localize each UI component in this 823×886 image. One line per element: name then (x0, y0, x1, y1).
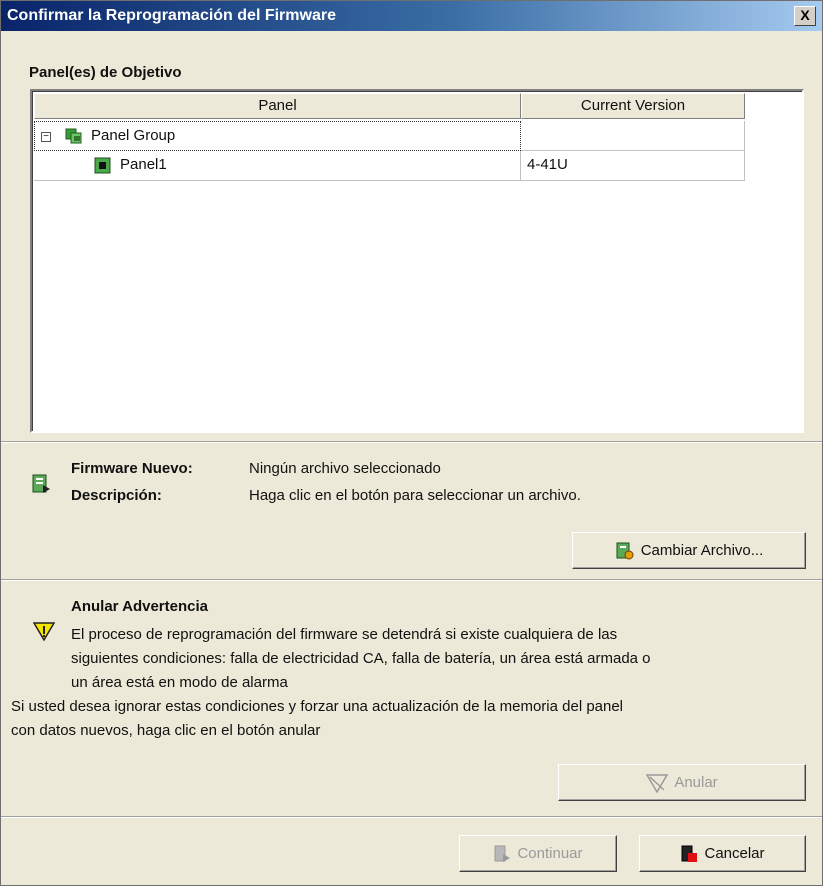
column-header-version[interactable]: Current Version (521, 93, 745, 119)
warning-line-3: un área está en modo de alarma (71, 674, 288, 691)
cancel-icon (681, 845, 698, 862)
panel1-cell[interactable]: Panel1 (34, 151, 521, 181)
title-bar: Confirmar la Reprogramación del Firmware… (1, 1, 822, 31)
new-firmware-value: Ningún archivo seleccionado (249, 460, 441, 477)
divider (1, 579, 822, 581)
warning-title: Anular Advertencia (71, 598, 208, 615)
target-panels-table[interactable]: Panel Current Version − Panel Group Pane… (30, 89, 804, 433)
panel-group-cell[interactable]: − Panel Group (34, 121, 521, 151)
panel-group-label: Panel Group (91, 127, 176, 144)
continue-button[interactable]: Continuar (459, 835, 617, 872)
warning-line-4: Si usted desea ignorar estas condiciones… (11, 698, 624, 715)
description-label: Descripción: (71, 487, 162, 504)
firmware-file-icon (32, 474, 50, 493)
target-panels-title: Panel(es) de Objetivo (29, 64, 182, 81)
panel-chip-icon (94, 157, 111, 174)
tree-collapse-icon[interactable]: − (41, 132, 51, 142)
override-label: Anular (674, 774, 718, 791)
change-file-icon (616, 542, 634, 559)
divider (1, 816, 822, 818)
change-file-label: Cambiar Archivo... (640, 542, 764, 559)
warning-line-1: El proceso de reprogramación del firmwar… (71, 626, 618, 643)
cancel-button[interactable]: Cancelar (639, 835, 806, 872)
divider (1, 441, 822, 443)
panel1-label: Panel1 (120, 156, 167, 173)
description-value: Haga clic en el botón para seleccionar u… (249, 487, 581, 504)
panel-group-icon (65, 128, 82, 144)
close-button[interactable]: X (794, 6, 816, 26)
continue-label: Continuar (517, 845, 583, 862)
override-button[interactable]: Anular (558, 764, 806, 801)
table-row[interactable]: − Panel Group (34, 121, 777, 151)
change-file-button[interactable]: Cambiar Archivo... (572, 532, 806, 569)
window-title: Confirmar la Reprogramación del Firmware (7, 7, 336, 24)
confirm-firmware-dialog: Confirmar la Reprogramación del Firmware… (0, 0, 823, 886)
panel-group-version (521, 121, 745, 151)
warning-triangle-icon (33, 622, 55, 641)
table-header: Panel Current Version (34, 93, 777, 119)
override-icon (646, 773, 669, 793)
panel1-version: 4-41U (521, 151, 745, 181)
column-header-panel[interactable]: Panel (34, 93, 521, 119)
warning-line-2: siguientes condiciones: falla de electri… (71, 650, 651, 667)
table-row[interactable]: Panel1 4-41U (34, 151, 777, 181)
cancel-label: Cancelar (704, 845, 765, 862)
warning-line-5: con datos nuevos, haga clic en el botón … (11, 722, 321, 739)
continue-icon (494, 845, 511, 862)
new-firmware-label: Firmware Nuevo: (71, 460, 193, 477)
